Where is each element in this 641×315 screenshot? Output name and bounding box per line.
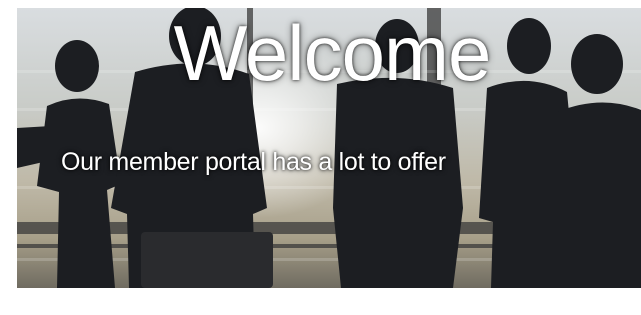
welcome-heading: Welcome xyxy=(173,9,492,97)
welcome-hero-banner: Welcome Our member portal has a lot to o… xyxy=(17,8,641,288)
welcome-tagline: Our member portal has a lot to offer xyxy=(61,148,446,176)
